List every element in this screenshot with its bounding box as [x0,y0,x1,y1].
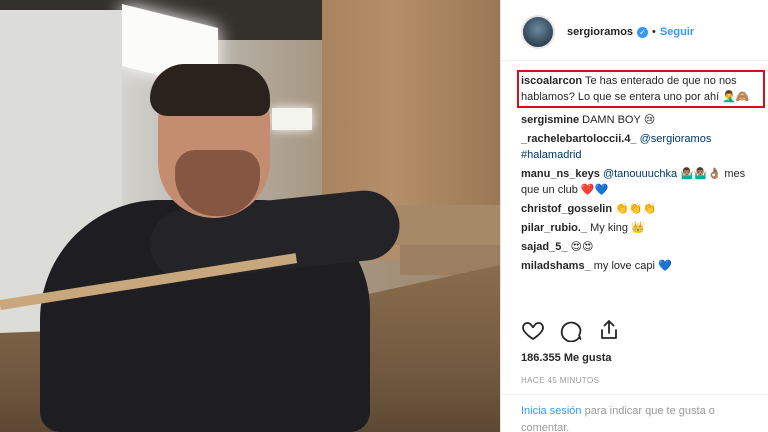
comment-username[interactable]: sajad_5_ [521,241,567,253]
header-divider [501,60,768,61]
photo-person-hair [150,64,270,116]
post-username[interactable]: sergioramos [567,26,633,38]
comments-list: iscoalarcon Te has enterado de que no no… [517,70,765,277]
comment-item: pilar_rubio._ My king 👑 [521,220,765,236]
header-separator: • [652,26,656,38]
comment-text: 😍😍 [570,241,594,253]
comment-username[interactable]: pilar_rubio._ [521,222,587,234]
comment-username[interactable]: miladshams_ [521,260,591,272]
comment-item: _rachelebartoloccii.4_ @sergioramos #hal… [521,131,765,163]
comment-username[interactable]: _rachelebartoloccii.4_ [521,133,637,145]
comment-hashtag[interactable]: #halamadrid [521,149,582,161]
likes-count[interactable]: 186.355 Me gusta [521,352,612,364]
comment-username[interactable]: sergismine [521,114,579,126]
comment-text: my love capi 💙 [593,260,672,272]
photo-ceiling-light-far [272,108,312,130]
comment-username[interactable]: iscoalarcon [521,75,582,87]
comment-emoji: 🤦‍♂️🙈 [722,91,750,103]
heart-icon[interactable] [521,318,545,342]
comment-mention[interactable]: @sergioramos [640,133,712,145]
post-actions [521,318,621,342]
comment-item: manu_ns_keys @tanouuuchka 🤷🏽‍♂️🤷🏽‍♂️👌🏽 m… [521,166,765,198]
post-side-panel: sergioramos ✓ • Seguir iscoalarcon Te ha… [500,0,768,432]
comment-text: DAMN BOY 😢 [582,114,656,126]
post-photo [0,0,500,432]
footer-divider [501,394,768,395]
post-header: sergioramos ✓ • Seguir [521,14,694,50]
comment-item: sergismine DAMN BOY 😢 [521,112,765,128]
comment-text: My king 👑 [590,222,645,234]
comment-item: miladshams_ my love capi 💙 [521,258,765,274]
comment-item: sajad_5_ 😍😍 [521,239,765,255]
login-link[interactable]: Inicia sesión [521,405,582,417]
follow-button[interactable]: Seguir [660,26,694,38]
comment-item: christof_gosselin 👏👏👏 [521,201,765,217]
comment-username[interactable]: manu_ns_keys [521,168,600,180]
comment-icon[interactable] [559,318,583,342]
highlighted-comment: iscoalarcon Te has enterado de que no no… [517,70,765,108]
comment-username[interactable]: christof_gosselin [521,203,612,215]
share-icon[interactable] [597,318,621,342]
login-prompt: Inicia sesión para indicar que te gusta … [521,403,761,432]
comment-text: 👏👏👏 [615,203,657,215]
avatar[interactable] [521,15,555,49]
verified-badge-icon: ✓ [637,26,649,38]
comment-mention[interactable]: @tanouuuchka [603,168,677,180]
post-timestamp: HACE 45 MINUTOS [521,376,600,385]
